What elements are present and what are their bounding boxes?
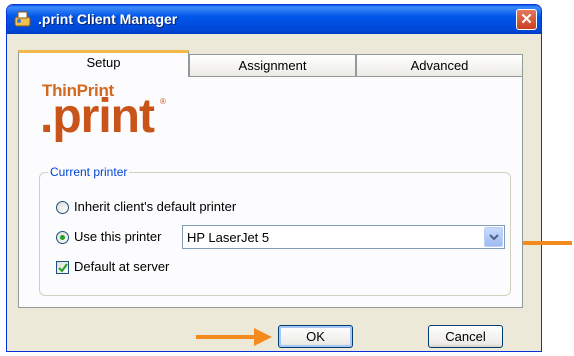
tab-advanced[interactable]: Advanced bbox=[356, 54, 523, 76]
logo-registered-mark: ® bbox=[160, 97, 166, 106]
use-printer-radio[interactable] bbox=[56, 231, 69, 244]
tab-assignment[interactable]: Assignment bbox=[189, 54, 356, 76]
dialog-window: .print Client Manager ✕ Setup Assignment… bbox=[6, 4, 542, 352]
use-printer-label[interactable]: Use this printer bbox=[74, 229, 161, 244]
current-printer-group: Current printer Inherit client's default… bbox=[39, 165, 511, 296]
group-legend: Current printer bbox=[48, 165, 130, 179]
setup-panel: ThinPrint .print ® Current printer Inher… bbox=[18, 76, 523, 308]
inherit-printer-label[interactable]: Inherit client's default printer bbox=[74, 199, 236, 214]
title-bar[interactable]: .print Client Manager ✕ bbox=[7, 5, 541, 34]
printer-select[interactable]: HP LaserJet 5 bbox=[182, 225, 505, 249]
radio-selected-dot bbox=[60, 235, 65, 240]
close-button[interactable]: ✕ bbox=[516, 9, 537, 30]
printer-dropdown-button[interactable] bbox=[484, 227, 503, 247]
ok-button[interactable]: OK bbox=[278, 325, 353, 348]
app-icon bbox=[14, 11, 31, 27]
checkmark-icon bbox=[58, 263, 68, 273]
default-at-server-label[interactable]: Default at server bbox=[74, 259, 169, 274]
chevron-down-icon bbox=[489, 234, 499, 241]
logo-print-text: .print bbox=[40, 90, 155, 143]
printer-select-value: HP LaserJet 5 bbox=[187, 230, 270, 245]
arrow-right-icon bbox=[196, 328, 272, 346]
inherit-printer-radio[interactable] bbox=[56, 201, 69, 214]
window-title: .print Client Manager bbox=[38, 11, 178, 27]
cancel-button[interactable]: Cancel bbox=[428, 325, 503, 348]
close-icon: ✕ bbox=[520, 11, 533, 28]
default-at-server-checkbox[interactable] bbox=[56, 261, 69, 274]
tab-setup[interactable]: Setup bbox=[18, 50, 189, 77]
